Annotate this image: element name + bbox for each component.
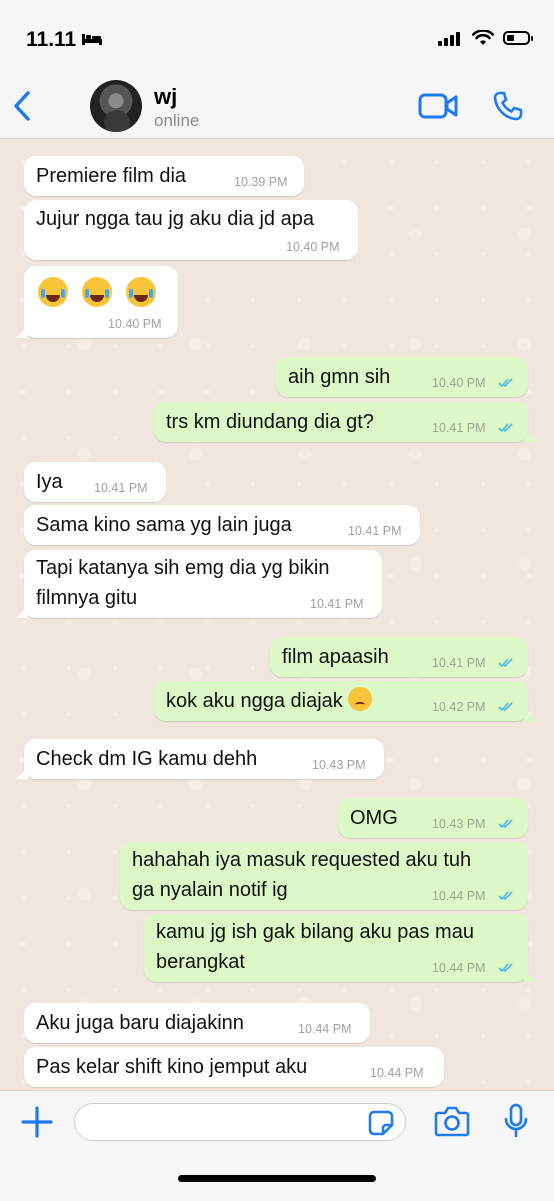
message-bubble-incoming[interactable]: Check dm IG kamu dehh 10.43 PM	[16, 739, 384, 779]
message-time: 10.43 PM	[312, 758, 366, 772]
message-time: 10.42 PM	[432, 700, 486, 714]
message-time: 10.40 PM	[108, 317, 162, 331]
message-bubble-incoming[interactable]: Sama kino sama yg lain juga 10.41 PM	[24, 505, 420, 545]
home-indicator[interactable]	[178, 1175, 376, 1182]
message-text-body: kok aku ngga diajak	[166, 690, 343, 712]
message-bubble-outgoing[interactable]: kamu jg ish gak bilang aku pas mau beran…	[144, 914, 536, 982]
contact-avatar[interactable]	[90, 80, 142, 132]
message-bubble-incoming[interactable]: Premiere film dia 10.39 PM	[24, 156, 304, 196]
message-bubble-outgoing[interactable]: hahahah iya masuk requested aku tuh ga n…	[120, 842, 528, 910]
message-text: Sama kino sama yg lain juga	[36, 514, 292, 536]
message-text: kok aku ngga diajak	[166, 686, 373, 716]
message-list[interactable]: Premiere film dia 10.39 PM Jujur ngga ta…	[0, 139, 554, 1090]
camera-icon[interactable]	[434, 1105, 470, 1137]
message-bubble-incoming[interactable]: Aku juga baru diajakinn 10.44 PM	[24, 1003, 370, 1043]
composer-bar	[0, 1090, 554, 1201]
read-receipt-icon	[498, 819, 513, 829]
contact-status: online	[154, 111, 200, 130]
battery-icon	[503, 31, 533, 45]
microphone-icon[interactable]	[504, 1103, 528, 1139]
message-bubble-outgoing[interactable]: kok aku ngga diajak 10.42 PM	[154, 681, 536, 721]
message-bubble-outgoing[interactable]: OMG 10.43 PM	[338, 798, 528, 838]
message-time: 10.39 PM	[234, 175, 288, 189]
message-input[interactable]	[74, 1103, 406, 1141]
plus-icon[interactable]	[20, 1105, 54, 1139]
message-time: 10.44 PM	[432, 961, 486, 975]
status-time: 11.11	[26, 28, 77, 51]
sleep-focus-icon	[82, 34, 102, 45]
message-bubble-incoming[interactable]: 10.40 PM	[16, 266, 178, 338]
message-bubble-incoming[interactable]: Jujur ngga tau jg aku dia jd apa 10.40 P…	[24, 200, 358, 260]
message-text: Iya	[36, 471, 63, 493]
sticker-icon[interactable]	[368, 1110, 394, 1136]
read-receipt-icon	[498, 891, 513, 901]
status-bar: 11.11	[0, 0, 554, 74]
message-text: OMG	[350, 807, 398, 829]
message-text: Pas kelar shift kino jemput aku	[36, 1056, 308, 1078]
message-bubble-outgoing[interactable]: trs km diundang dia gt? 10.41 PM	[154, 402, 536, 442]
wifi-icon	[472, 30, 494, 45]
message-time: 10.40 PM	[286, 240, 340, 254]
face-with-tears-of-joy-icon	[38, 276, 68, 307]
message-bubble-incoming[interactable]: Iya 10.41 PM	[24, 462, 166, 502]
message-bubble-outgoing[interactable]: aih gmn sih 10.40 PM	[276, 357, 528, 397]
emoji-row	[38, 276, 170, 307]
message-time: 10.41 PM	[94, 481, 148, 495]
voice-call-icon[interactable]	[492, 90, 524, 122]
message-bubble-incoming[interactable]: Pas kelar shift kino jemput aku 10.44 PM	[24, 1047, 444, 1087]
read-receipt-icon	[498, 378, 513, 388]
message-time: 10.41 PM	[310, 597, 364, 611]
read-receipt-icon	[498, 658, 513, 668]
message-time: 10.44 PM	[370, 1066, 424, 1080]
message-time: 10.43 PM	[432, 817, 486, 831]
message-text: Premiere film dia	[36, 165, 187, 187]
message-time: 10.41 PM	[432, 421, 486, 435]
message-time: 10.41 PM	[348, 524, 402, 538]
face-with-tears-of-joy-icon	[82, 276, 112, 307]
message-time: 10.44 PM	[298, 1022, 352, 1036]
message-bubble-incoming[interactable]: Tapi katanya sih emg dia yg bikin filmny…	[16, 550, 382, 618]
message-text: kamu jg ish gak bilang aku pas mau beran…	[156, 921, 474, 973]
message-text: trs km diundang dia gt?	[166, 411, 374, 433]
message-text: Aku juga baru diajakinn	[36, 1012, 244, 1034]
message-time: 10.44 PM	[432, 889, 486, 903]
contact-name[interactable]: wj	[154, 84, 177, 110]
back-chevron-icon[interactable]	[8, 88, 38, 124]
message-text: film apaasih	[282, 646, 389, 668]
video-call-icon[interactable]	[418, 92, 458, 120]
read-receipt-icon	[498, 423, 513, 433]
message-time: 10.41 PM	[432, 656, 486, 670]
pensive-face-icon	[348, 687, 373, 711]
message-text: Check dm IG kamu dehh	[36, 748, 258, 770]
message-text: Jujur ngga tau jg aku dia jd apa	[36, 208, 314, 230]
message-text: hahahah iya masuk requested aku tuh ga n…	[132, 849, 472, 901]
message-text: aih gmn sih	[288, 366, 391, 388]
message-text: Tapi katanya sih emg dia yg bikin filmny…	[36, 557, 330, 609]
face-with-tears-of-joy-icon	[126, 276, 156, 307]
cellular-signal-icon	[438, 32, 460, 46]
chat-header: wj online	[0, 74, 554, 139]
read-receipt-icon	[498, 702, 513, 712]
message-time: 10.40 PM	[432, 376, 486, 390]
read-receipt-icon	[498, 963, 513, 973]
message-bubble-outgoing[interactable]: film apaasih 10.41 PM	[270, 637, 528, 677]
